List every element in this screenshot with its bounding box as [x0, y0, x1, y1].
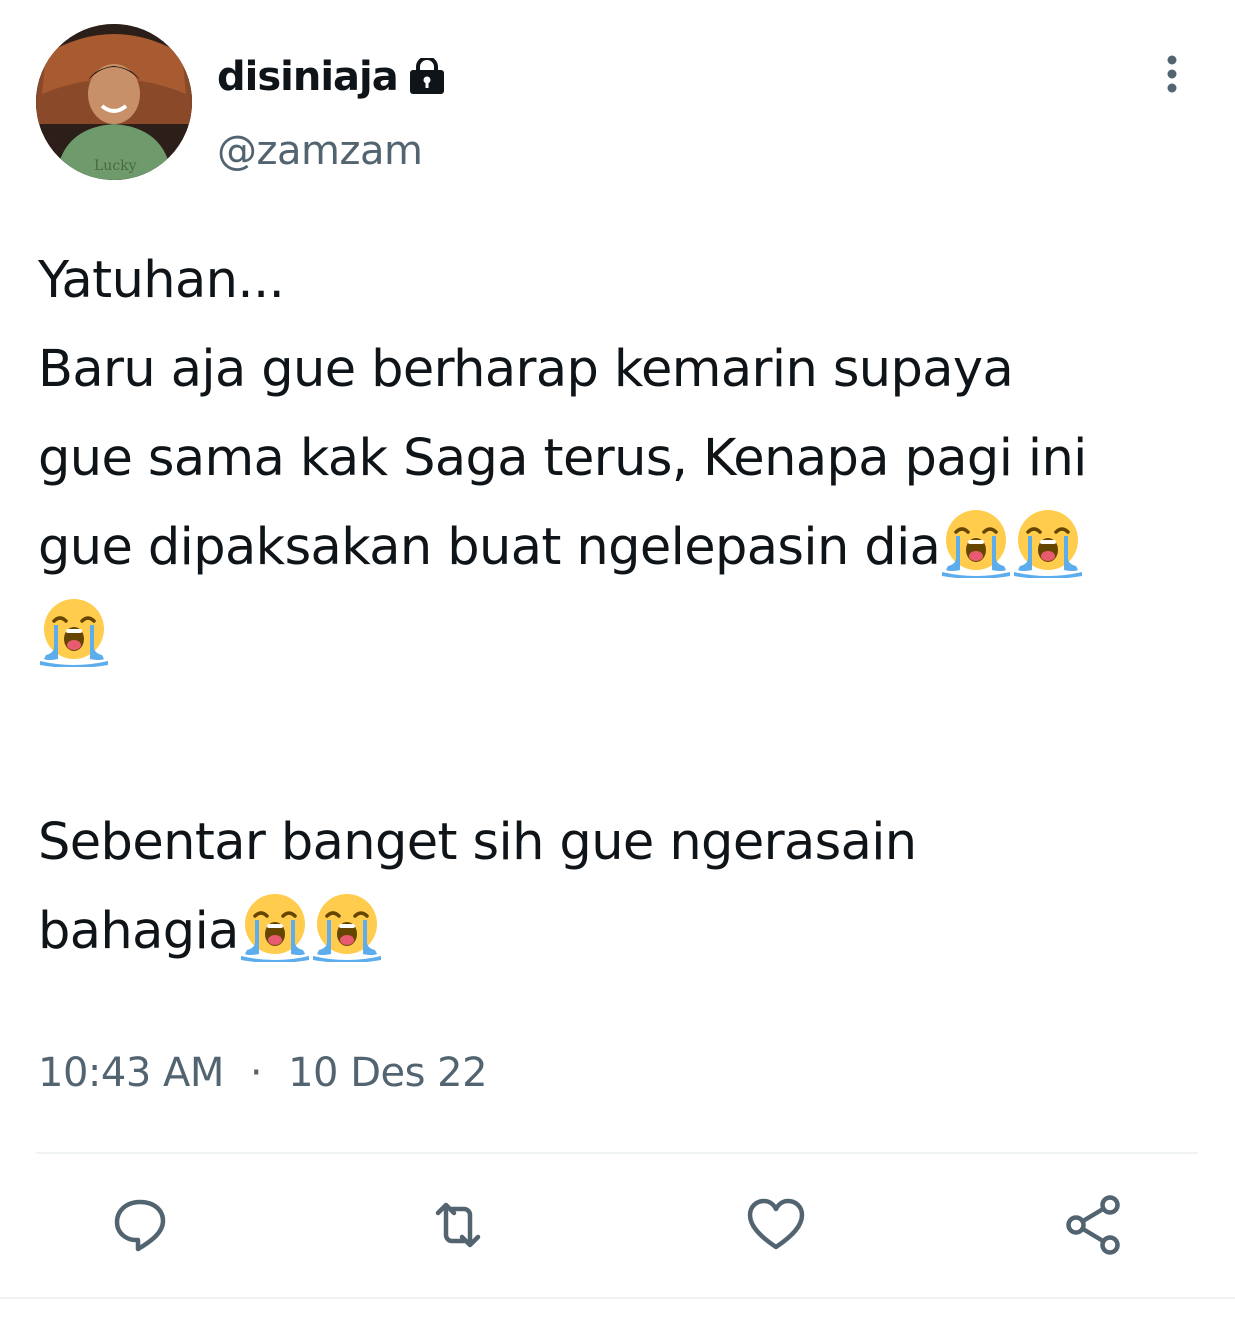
retweet-button[interactable]	[426, 1193, 490, 1257]
reply-icon	[114, 1199, 166, 1252]
more-options-icon[interactable]	[1155, 54, 1189, 94]
display-name-row: disiniaja	[217, 50, 446, 104]
tweet-line-text: gue dipaksakan buat ngelepasin dia	[38, 518, 941, 577]
profile-photo-icon: Lucky	[36, 24, 192, 180]
display-name[interactable]: disiniaja	[217, 50, 399, 104]
share-button[interactable]	[1062, 1193, 1126, 1257]
svg-text:Lucky: Lucky	[94, 158, 137, 174]
tweet-line-with-emoji: bahagia	[38, 887, 1208, 976]
meta-separator: ·	[249, 1050, 263, 1096]
avatar[interactable]: Lucky	[36, 24, 192, 180]
tweet-date[interactable]: 10 Des 22	[288, 1050, 487, 1096]
tweet-line-text: bahagia	[38, 902, 239, 961]
like-button[interactable]	[744, 1193, 808, 1257]
divider	[36, 1152, 1198, 1154]
retweet-icon	[435, 1202, 481, 1248]
tweet-line: Yatuhan...	[38, 251, 285, 310]
lock-icon	[408, 56, 446, 96]
bottom-divider	[0, 1297, 1235, 1299]
tweet-line: Sebentar banget sih gue ngerasain	[38, 813, 917, 872]
tweet-line-with-emoji: gue dipaksakan buat ngelepasin dia	[38, 503, 1208, 592]
heart-icon	[747, 1198, 805, 1250]
tweet-text: Yatuhan... Baru aja gue berharap kemarin…	[38, 236, 1208, 976]
user-handle[interactable]: @zamzam	[217, 124, 423, 178]
loudly-crying-face-emoji	[38, 595, 110, 668]
share-icon	[1066, 1195, 1120, 1255]
tweet-line: gue sama kak Saga terus, Kenapa pagi ini	[38, 429, 1087, 488]
tweet-meta: 10:43 AM · 10 Des 22	[38, 1046, 488, 1100]
tweet: Lucky disiniaja @zamzam Yatuhan... Baru …	[0, 0, 1235, 1317]
loudly-crying-face-emoji	[239, 890, 311, 963]
tweet-line: Baru aja gue berharap kemarin supaya	[38, 340, 1014, 399]
loudly-crying-face-emoji	[940, 506, 1012, 579]
loudly-crying-face-emoji	[1012, 506, 1084, 579]
loudly-crying-face-emoji	[311, 890, 383, 963]
tweet-emoji-line	[38, 592, 1208, 681]
tweet-time[interactable]: 10:43 AM	[38, 1050, 224, 1096]
reply-button[interactable]	[108, 1193, 172, 1257]
